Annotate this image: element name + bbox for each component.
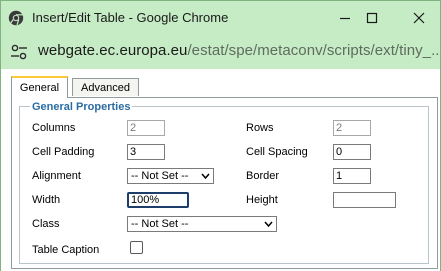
url-path: /estat/spe/metaconv/scripts/ext/tiny_... [187, 42, 441, 59]
alignment-label: Alignment [32, 170, 81, 182]
tab-advanced[interactable]: Advanced [72, 78, 139, 96]
browser-window: Insert/Edit Table - Google Chrome webgat… [0, 0, 441, 271]
maximize-button[interactable] [359, 5, 385, 31]
chevron-down-icon [264, 221, 273, 228]
width-label: Width [32, 194, 61, 206]
minimize-button[interactable] [332, 5, 358, 31]
close-icon [413, 12, 425, 24]
width-input[interactable] [127, 192, 189, 208]
alignment-select-value: -- Not Set -- [131, 170, 189, 182]
window-title: Insert/Edit Table - Google Chrome [32, 10, 229, 25]
columns-label: Columns [32, 122, 76, 134]
general-panel: General Properties Columns Rows Cell Pad… [11, 97, 438, 269]
site-settings-icon[interactable] [9, 43, 29, 61]
border-label: Border [246, 170, 280, 182]
url-text[interactable]: webgate.ec.europa.eu/estat/spe/metaconv/… [38, 42, 441, 59]
cell-padding-input[interactable] [127, 144, 165, 160]
rows-input[interactable] [333, 120, 371, 136]
dialog-content: General Advanced General Properties Colu… [1, 69, 440, 271]
class-select-value: -- Not Set -- [131, 218, 189, 230]
title-bar[interactable]: Insert/Edit Table - Google Chrome [1, 1, 440, 34]
url-host: webgate.ec.europa.eu [38, 42, 188, 59]
chrome-app-icon [8, 10, 24, 26]
cell-spacing-input[interactable] [333, 144, 371, 160]
height-label: Height [246, 194, 278, 206]
table-caption-checkbox[interactable] [130, 241, 143, 254]
close-button[interactable] [406, 5, 432, 31]
cell-spacing-label: Cell Spacing [246, 146, 308, 158]
general-properties-fieldset: Columns Rows Cell Padding Cell Spacing A… [19, 106, 429, 264]
rows-label: Rows [246, 122, 274, 134]
minimize-icon [340, 17, 350, 20]
class-select[interactable]: -- Not Set -- [127, 216, 277, 232]
alignment-select[interactable]: -- Not Set -- [127, 168, 214, 184]
border-input[interactable] [333, 168, 371, 184]
table-caption-label: Table Caption [32, 244, 100, 256]
tab-general[interactable]: General [11, 76, 68, 98]
address-bar[interactable]: webgate.ec.europa.eu/estat/spe/metaconv/… [1, 34, 441, 69]
fieldset-legend: General Properties [30, 101, 133, 113]
maximize-icon [366, 12, 378, 24]
cell-padding-label: Cell Padding [32, 146, 95, 158]
class-label: Class [32, 218, 60, 230]
columns-input[interactable] [127, 120, 165, 136]
height-input[interactable] [333, 192, 396, 208]
chevron-down-icon [201, 173, 210, 180]
